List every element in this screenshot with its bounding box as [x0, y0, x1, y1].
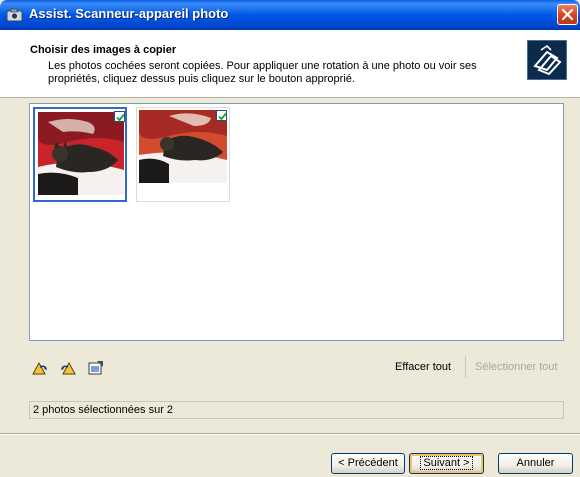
thumbnail-viewer[interactable] [29, 103, 564, 341]
status-bar: 2 photos sélectionnées sur 2 [29, 401, 564, 419]
rotate-left-icon[interactable] [59, 360, 77, 376]
thumbnail-photo-1[interactable] [33, 107, 127, 202]
thumbnail-photo-2[interactable] [136, 107, 230, 202]
photo-1-checkbox[interactable] [114, 111, 125, 122]
close-icon [561, 8, 574, 21]
page-description: Les photos cochées seront copiées. Pour … [48, 60, 477, 85]
page-title: Choisir des images à copier [30, 44, 177, 56]
checkmark-icon [116, 113, 125, 122]
cancel-button[interactable]: Annuler [498, 453, 573, 474]
cat-photo-image [139, 110, 227, 183]
camera-icon [6, 8, 23, 22]
title-bar[interactable]: Assist. Scanneur-appareil photo [0, 0, 580, 30]
properties-icon[interactable] [87, 360, 105, 376]
select-all-button[interactable]: Sélectionner tout [475, 361, 558, 373]
cat-photo-image [38, 112, 124, 195]
checkmark-icon [218, 112, 227, 121]
selection-count-text: 2 photos sélectionnées sur 2 [33, 404, 174, 416]
toolbar-separator [465, 356, 466, 378]
cancel-button-label: Annuler [516, 457, 555, 469]
photo-2-checkbox[interactable] [216, 110, 227, 121]
button-area-divider [0, 433, 580, 435]
scanner-wizard-icon [527, 40, 567, 80]
next-button-label: Suivant > [420, 456, 473, 470]
back-button[interactable]: < Précédent [331, 453, 405, 474]
rotate-right-icon[interactable] [31, 360, 49, 376]
window-title: Assist. Scanneur-appareil photo [29, 6, 229, 21]
close-button[interactable] [557, 4, 578, 25]
back-button-label: < Précédent [338, 457, 398, 469]
next-button[interactable]: Suivant > [409, 453, 484, 474]
clear-all-button[interactable]: Effacer tout [395, 361, 451, 373]
scanner-camera-wizard-window: Assist. Scanneur-appareil photo Choisir … [0, 0, 580, 477]
